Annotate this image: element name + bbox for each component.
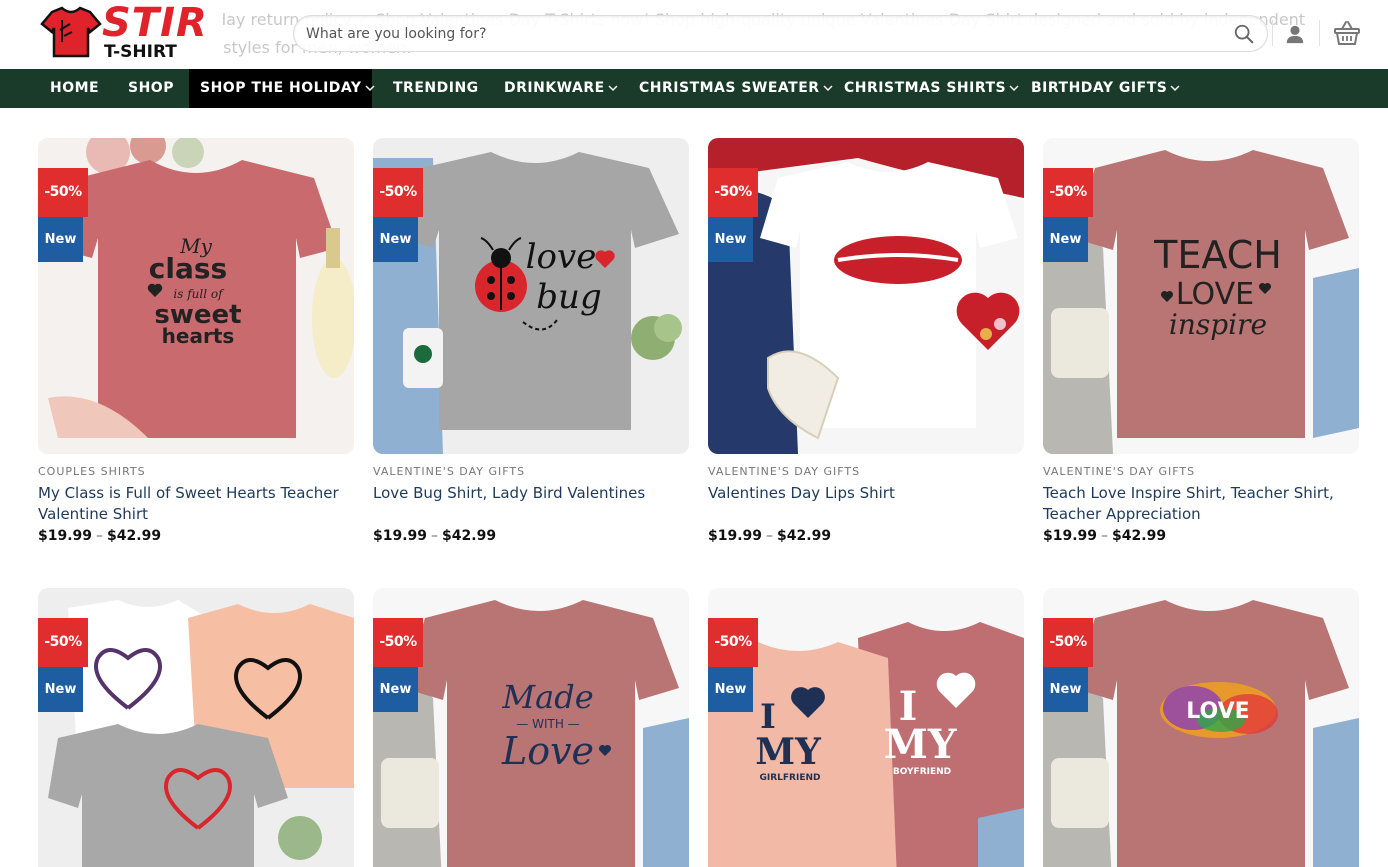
product-image[interactable]: LOVE LOVE IS LOVE -50% New <box>1043 588 1359 867</box>
sale-badge: -50% <box>373 618 423 667</box>
new-badge: New <box>708 217 753 262</box>
svg-text:Love: Love <box>501 729 594 773</box>
basket-icon[interactable] <box>1333 20 1361 46</box>
product-price: $19.99– $42.99 <box>38 528 162 544</box>
product-price: $19.99– $42.99 <box>373 528 497 544</box>
sale-badge: -50% <box>38 618 88 667</box>
product-image[interactable]: love bug -50% New <box>373 138 689 454</box>
svg-text:inspire: inspire <box>1169 308 1267 341</box>
new-badge: New <box>373 667 418 712</box>
sale-badge: -50% <box>373 168 423 217</box>
main-navigation: HOME SHOP SHOP THE HOLIDAY TRENDING DRIN… <box>0 69 1388 108</box>
nav-item-home[interactable]: HOME <box>50 69 99 108</box>
chevron-down-icon <box>608 85 618 92</box>
product-category[interactable]: VALENTINE'S DAY GIFTS <box>1043 465 1195 478</box>
product-title[interactable]: Valentines Day Lips Shirt <box>708 483 1018 504</box>
nav-item-drinkware[interactable]: DRINKWARE <box>504 69 618 108</box>
product-title[interactable]: My Class is Full of Sweet Hearts Teacher… <box>38 483 348 525</box>
new-badge: New <box>708 667 753 712</box>
svg-text:class: class <box>149 252 227 285</box>
nav-item-christmas-sweater[interactable]: CHRISTMAS SWEATER <box>639 69 833 108</box>
new-badge: New <box>1043 667 1088 712</box>
product-category[interactable]: COUPLES SHIRTS <box>38 465 146 478</box>
sale-badge: -50% <box>1043 618 1093 667</box>
svg-text:LOVE IS LOVE: LOVE IS LOVE <box>1135 699 1301 724</box>
svg-text:Made: Made <box>501 678 593 716</box>
product-price: $19.99– $42.99 <box>708 528 832 544</box>
new-badge: New <box>38 667 83 712</box>
site-logo[interactable]: STIR T-SHIRT <box>38 0 223 62</box>
site-header: day return policy ✓ Shop Valentines Day … <box>0 0 1388 69</box>
product-image[interactable]: -50% New <box>708 138 1024 454</box>
sale-badge: -50% <box>708 168 758 217</box>
svg-text:GIRLFRIEND: GIRLFRIEND <box>760 773 821 783</box>
user-icon[interactable] <box>1284 23 1306 45</box>
nav-item-shop[interactable]: SHOP <box>128 69 174 108</box>
sale-badge: -50% <box>708 618 758 667</box>
product-title[interactable]: Love Bug Shirt, Lady Bird Valentines <box>373 483 683 504</box>
svg-text:love: love <box>526 237 597 277</box>
search-icon[interactable] <box>1233 23 1255 45</box>
nav-item-christmas-shirts[interactable]: CHRISTMAS SHIRTS <box>844 69 1019 108</box>
new-badge: New <box>373 217 418 262</box>
nav-item-shop-the-holiday[interactable]: SHOP THE HOLIDAY <box>189 69 375 108</box>
chevron-down-icon <box>1009 85 1019 92</box>
svg-text:bug: bug <box>536 277 601 317</box>
search-input[interactable] <box>306 16 1226 51</box>
svg-text:is full of: is full of <box>173 287 225 301</box>
svg-text:LOVE: LOVE <box>1176 277 1254 312</box>
product-image[interactable]: TEACH LOVE inspire -50% New <box>1043 138 1359 454</box>
chevron-down-icon <box>365 85 375 92</box>
tshirt-logo-icon <box>40 6 102 58</box>
nav-item-birthday-gifts[interactable]: BIRTHDAY GIFTS <box>1031 69 1180 108</box>
search-bar <box>293 15 1268 52</box>
sale-badge: -50% <box>1043 168 1093 217</box>
svg-text:MY: MY <box>884 721 957 768</box>
product-title[interactable]: Teach Love Inspire Shirt, Teacher Shirt,… <box>1043 483 1353 525</box>
product-image[interactable]: I MY GIRLFRIEND I MY BOYFRIEND -50% New <box>708 588 1024 867</box>
svg-text:BOYFRIEND: BOYFRIEND <box>893 767 951 777</box>
svg-text:TEACH: TEACH <box>1153 233 1282 277</box>
sale-badge: -50% <box>38 168 88 217</box>
product-image[interactable]: My class is full of sweet hearts -50% Ne… <box>38 138 354 454</box>
product-category[interactable]: VALENTINE'S DAY GIFTS <box>708 465 860 478</box>
nav-item-trending[interactable]: TRENDING <box>393 69 479 108</box>
header-divider <box>1319 20 1320 46</box>
chevron-down-icon <box>1170 85 1180 92</box>
svg-text:hearts: hearts <box>162 324 235 348</box>
new-badge: New <box>38 217 83 262</box>
logo-text: STIR <box>102 0 208 46</box>
product-image[interactable]: -50% New <box>38 588 354 867</box>
svg-text:MY: MY <box>755 731 822 773</box>
product-image[interactable]: Made — WITH — Love -50% New <box>373 588 689 867</box>
chevron-down-icon <box>823 85 833 92</box>
product-price: $19.99– $42.99 <box>1043 528 1167 544</box>
header-divider <box>1272 20 1273 46</box>
new-badge: New <box>1043 217 1088 262</box>
product-category[interactable]: VALENTINE'S DAY GIFTS <box>373 465 525 478</box>
logo-subtext: T-SHIRT <box>104 42 177 62</box>
